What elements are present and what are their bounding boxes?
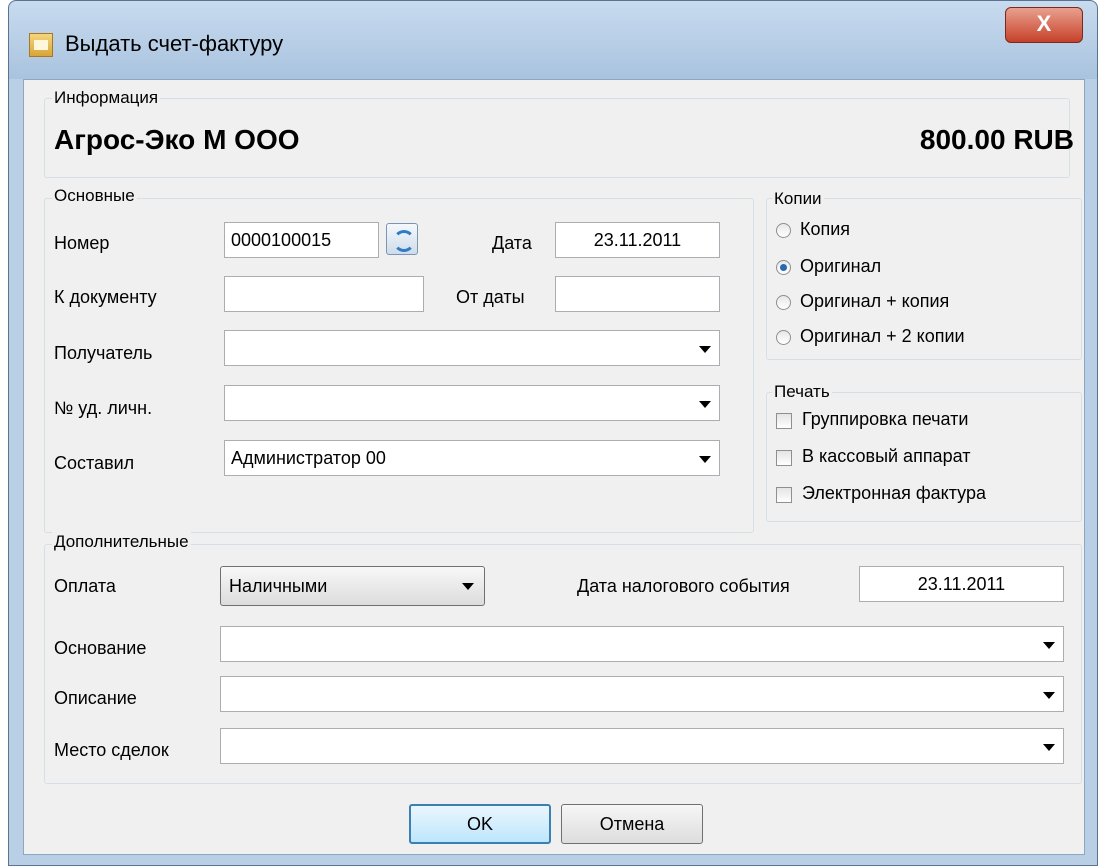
copy-radio-label[interactable]: Копия [800, 219, 850, 240]
invoice-app-icon [29, 33, 53, 57]
place-of-transaction-combo[interactable] [220, 728, 1064, 764]
id-number-combo[interactable] [224, 385, 720, 421]
chevron-down-icon[interactable] [462, 583, 474, 590]
tax-event-date-label: Дата налогового события [577, 576, 790, 596]
dialog-window: Выдать счет-фактуру X Информация Агрос-Э… [8, 0, 1098, 866]
cash-register-checkbox[interactable] [776, 450, 792, 466]
original-plus-copy-radio[interactable] [776, 295, 791, 310]
from-date-label: От даты [456, 287, 525, 307]
author-label: Составил [54, 453, 135, 473]
copy-radio[interactable] [776, 223, 791, 238]
invoice-amount: 800.00 RUB [919, 124, 1074, 155]
id-number-label: № уд. личн. [54, 398, 153, 418]
payment-value: Наличными [229, 576, 328, 596]
company-name: Агрос-Эко М ООО [54, 124, 300, 155]
group-printing-label[interactable]: Группировка печати [802, 409, 968, 430]
number-field[interactable]: 0000100015 [224, 222, 379, 258]
chevron-down-icon[interactable] [1043, 744, 1055, 751]
print-legend: Печать [772, 382, 832, 402]
chevron-down-icon[interactable] [699, 346, 711, 353]
window-title: Выдать счет-фактуру [65, 31, 284, 56]
electronic-invoice-label[interactable]: Электронная фактура [802, 483, 986, 504]
payment-label: Оплата [54, 576, 116, 596]
ok-button[interactable]: OK [409, 804, 551, 844]
place-of-transaction-label: Место сделок [54, 740, 169, 760]
copies-legend: Копии [772, 189, 824, 209]
from-date-field[interactable] [555, 276, 720, 312]
electronic-invoice-checkbox[interactable] [776, 487, 792, 503]
recipient-combo[interactable] [224, 330, 720, 366]
date-label: Дата [492, 233, 532, 253]
author-value: Администратор 00 [231, 448, 386, 468]
basis-combo[interactable] [220, 626, 1064, 662]
additional-legend: Дополнительные [52, 532, 191, 552]
refresh-number-icon[interactable] [386, 223, 418, 255]
original-plus-two-copies-radio-label[interactable]: Оригинал + 2 копии [800, 326, 965, 347]
chevron-down-icon[interactable] [1043, 692, 1055, 699]
description-label: Описание [54, 688, 137, 708]
number-label: Номер [54, 233, 110, 253]
date-field[interactable]: 23.11.2011 [555, 222, 720, 258]
original-radio[interactable] [776, 260, 791, 275]
cancel-button[interactable]: Отмена [561, 804, 703, 844]
author-combo[interactable]: Администратор 00 [224, 440, 720, 476]
info-legend: Информация [52, 88, 161, 108]
close-button[interactable]: X [1005, 7, 1083, 43]
payment-dropdown[interactable]: Наличными [220, 566, 485, 606]
main-legend: Основные [52, 186, 137, 206]
cash-register-label[interactable]: В кассовый аппарат [802, 446, 970, 467]
to-document-field[interactable] [224, 276, 424, 312]
to-document-label: К документу [54, 287, 157, 307]
group-printing-checkbox[interactable] [776, 413, 792, 429]
description-combo[interactable] [220, 676, 1064, 712]
title-bar[interactable]: Выдать счет-фактуру X [9, 1, 1097, 79]
dialog-client-area: Информация Агрос-Эко М ООО 800.00 RUB Ос… [23, 79, 1085, 855]
chevron-down-icon[interactable] [699, 401, 711, 408]
chevron-down-icon[interactable] [699, 456, 711, 463]
original-plus-copy-radio-label[interactable]: Оригинал + копия [800, 291, 949, 312]
basis-label: Основание [54, 638, 147, 658]
recipient-label: Получатель [54, 343, 153, 363]
original-radio-label[interactable]: Оригинал [800, 256, 881, 277]
tax-event-date-field[interactable]: 23.11.2011 [859, 566, 1064, 602]
original-plus-two-copies-radio[interactable] [776, 330, 791, 345]
chevron-down-icon[interactable] [1043, 642, 1055, 649]
